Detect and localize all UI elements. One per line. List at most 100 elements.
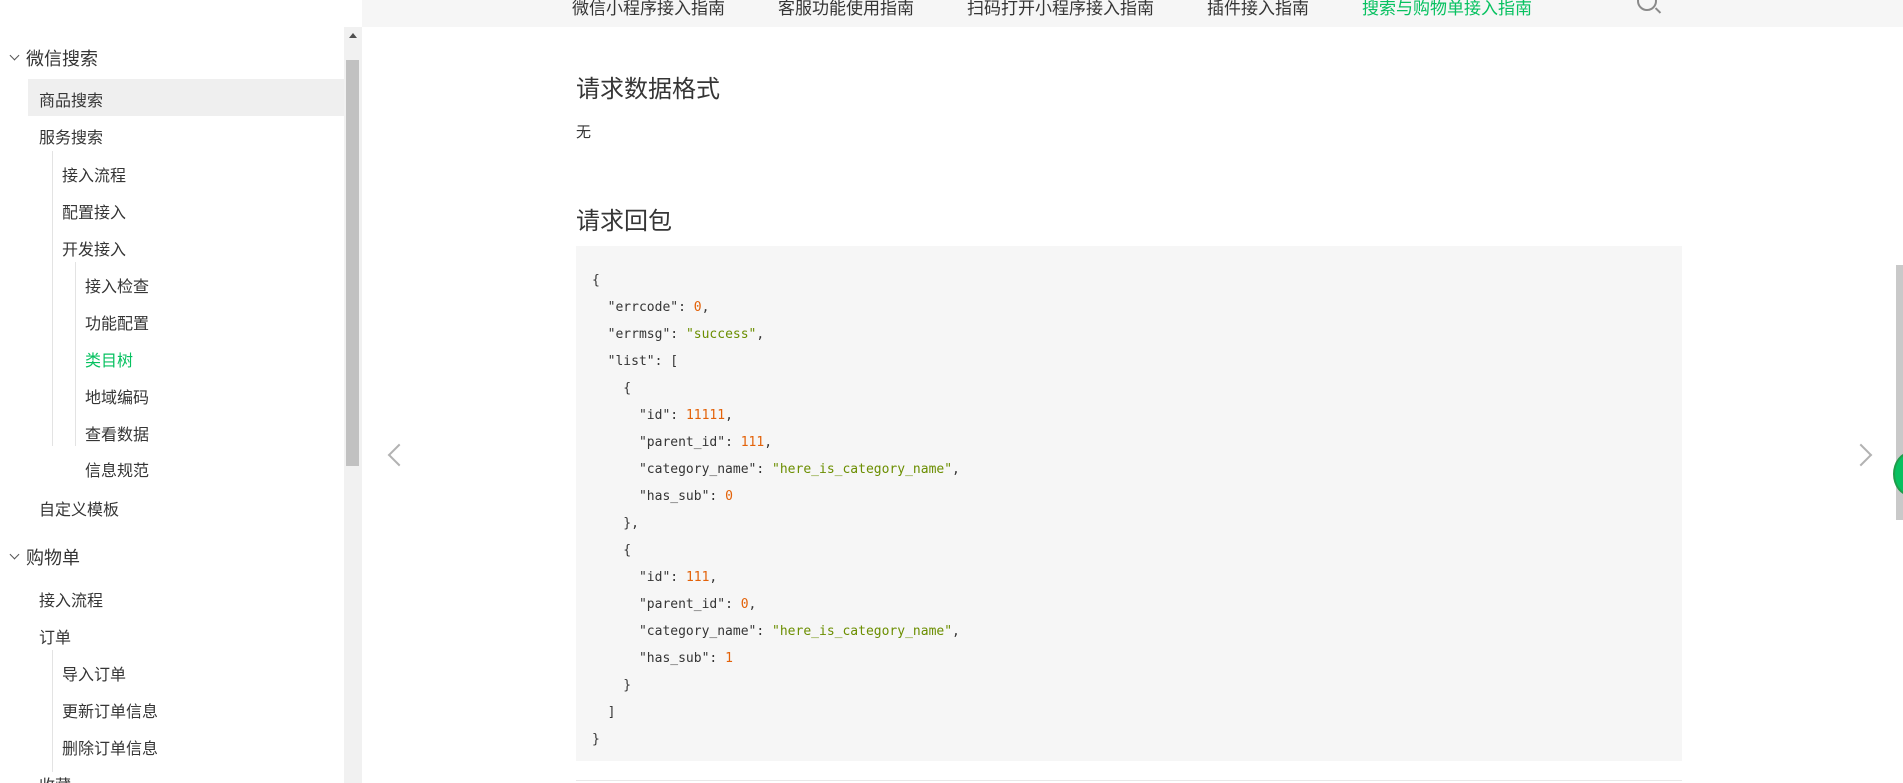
sidebar-item-orders[interactable]: 订单 [39, 624, 71, 648]
code-token: 1 [725, 651, 733, 666]
code-line: } [592, 726, 960, 753]
tree-line [75, 262, 76, 446]
code-token: : [725, 435, 741, 450]
code-token: "parent_id" [592, 597, 726, 612]
sidebar-item-shopping-access-flow[interactable]: 接入流程 [39, 587, 103, 611]
code-token: } [592, 678, 632, 693]
code-token: , [756, 327, 765, 342]
code-line: "id": 111, [592, 564, 960, 591]
code-token: : [678, 300, 694, 315]
sidebar-group-wechat-search[interactable]: 微信搜索 [26, 45, 98, 71]
code-line: "parent_id": 0, [592, 591, 960, 618]
top-nav-list: 微信小程序接入指南 客服功能使用指南 扫码打开小程序接入指南 插件接入指南 搜索… [572, 0, 1532, 19]
code-line: "category_name": "here_is_category_name"… [592, 618, 960, 645]
code-token: , [764, 435, 773, 450]
code-content: { "errcode": 0, "errmsg": "success", "li… [592, 267, 960, 753]
sidebar-item-import-orders[interactable]: 导入订单 [62, 661, 126, 685]
code-token: "has_sub" [592, 489, 710, 504]
code-token: , [952, 462, 960, 477]
sidebar-item-update-orders[interactable]: 更新订单信息 [62, 698, 158, 722]
code-line: ] [592, 699, 960, 726]
sidebar-item-custom-template[interactable]: 自定义模板 [39, 496, 119, 520]
code-line: { [592, 267, 960, 294]
code-token: , [748, 597, 757, 612]
code-token: { [592, 381, 632, 396]
chevron-down-icon[interactable] [9, 50, 20, 61]
code-token: "parent_id" [592, 435, 726, 450]
sidebar-item-access-flow[interactable]: 接入流程 [62, 162, 126, 186]
top-nav-item-search-shopping[interactable]: 搜索与购物单接入指南 [1362, 0, 1532, 19]
sidebar-scrollbar-thumb[interactable] [346, 60, 359, 466]
code-token: , [952, 624, 960, 639]
code-line: "category_name": "here_is_category_name"… [592, 456, 960, 483]
code-token: : [ [654, 354, 679, 369]
code-line: "id": 11111, [592, 402, 960, 429]
sidebar-item-info-spec[interactable]: 信息规范 [85, 457, 149, 481]
code-line: }, [592, 510, 960, 537]
sidebar-item-feature-config[interactable]: 功能配置 [85, 310, 149, 334]
sidebar-item-service-search[interactable]: 服务搜索 [39, 124, 103, 148]
code-line: { [592, 375, 960, 402]
code-line: "has_sub": 0 [592, 483, 960, 510]
sidebar-item-favorites[interactable]: 收藏 [39, 772, 71, 783]
sidebar-item-category-tree[interactable]: 类目树 [85, 347, 133, 371]
sidebar-item-product-search[interactable]: 商品搜索 [39, 87, 103, 111]
code-line: "errmsg": "success", [592, 321, 960, 348]
code-token: : [670, 408, 686, 423]
chevron-down-icon[interactable] [9, 549, 20, 560]
sidebar-scrollbar[interactable] [344, 27, 362, 783]
sidebar-item-config-access[interactable]: 配置接入 [62, 199, 126, 223]
code-block: { "errcode": 0, "errmsg": "success", "li… [576, 246, 1682, 761]
code-token: "errcode" [592, 300, 679, 315]
code-token: 111 [685, 570, 710, 585]
sidebar: 微信搜索 商品搜索 服务搜索 接入流程 配置接入 开发接入 接入检查 功能配置 … [0, 27, 345, 783]
code-token: }, [592, 516, 639, 531]
sidebar-item-delete-orders[interactable]: 删除订单信息 [62, 735, 158, 759]
code-token: "has_sub" [592, 651, 710, 666]
code-token: 0 [693, 300, 702, 315]
scroll-up-icon[interactable] [349, 33, 357, 38]
section-title-request-format: 请求数据格式 [576, 76, 720, 103]
code-token: { [592, 543, 632, 558]
code-token: 0 [740, 597, 749, 612]
sidebar-item-view-data[interactable]: 查看数据 [85, 421, 149, 445]
top-nav-item-scan-code[interactable]: 扫码打开小程序接入指南 [967, 0, 1154, 19]
section-title-response: 请求回包 [576, 208, 672, 235]
code-token: , [701, 300, 710, 315]
top-nav-item-plugin[interactable]: 插件接入指南 [1207, 0, 1309, 19]
top-nav-item-customer-service[interactable]: 客服功能使用指南 [778, 0, 914, 19]
code-token: "here_is_category_name" [772, 624, 953, 639]
code-token: : [670, 570, 686, 585]
code-token: { [592, 273, 600, 288]
sidebar-item-access-check[interactable]: 接入检查 [85, 273, 149, 297]
code-token: "here_is_category_name" [772, 462, 953, 477]
code-token: : [756, 624, 773, 639]
code-token: } [592, 732, 600, 747]
search-icon[interactable] [1637, 0, 1657, 11]
main-content: 请求数据格式 无 请求回包 { "errcode": 0, "errmsg": … [362, 27, 1903, 783]
code-token: : [670, 327, 686, 342]
page-scrollbar[interactable] [1896, 27, 1903, 783]
code-line: { [592, 537, 960, 564]
sidebar-item-region-code[interactable]: 地域编码 [85, 384, 149, 408]
tree-line [52, 650, 53, 772]
code-token: "category_name" [592, 462, 757, 477]
code-token: "id" [592, 408, 671, 423]
sidebar-group-shopping-list[interactable]: 购物单 [26, 544, 80, 570]
code-token: "errmsg" [592, 327, 671, 342]
code-token: 111 [740, 435, 765, 450]
code-line: "list": [ [592, 348, 960, 375]
code-token: : [709, 651, 726, 666]
code-token: : [709, 489, 726, 504]
top-nav: 微信小程序接入指南 客服功能使用指南 扫码打开小程序接入指南 插件接入指南 搜索… [362, 0, 1903, 27]
code-line: } [592, 672, 960, 699]
divider [576, 780, 1682, 781]
chevron-right-icon[interactable] [1849, 443, 1873, 467]
top-nav-item-miniprogram[interactable]: 微信小程序接入指南 [572, 0, 725, 19]
sidebar-item-dev-access[interactable]: 开发接入 [62, 236, 126, 260]
section-text-none: 无 [576, 124, 592, 141]
code-line: "has_sub": 1 [592, 645, 960, 672]
code-token: , [725, 408, 733, 423]
chevron-left-icon[interactable] [387, 443, 411, 467]
code-token: "category_name" [592, 624, 757, 639]
